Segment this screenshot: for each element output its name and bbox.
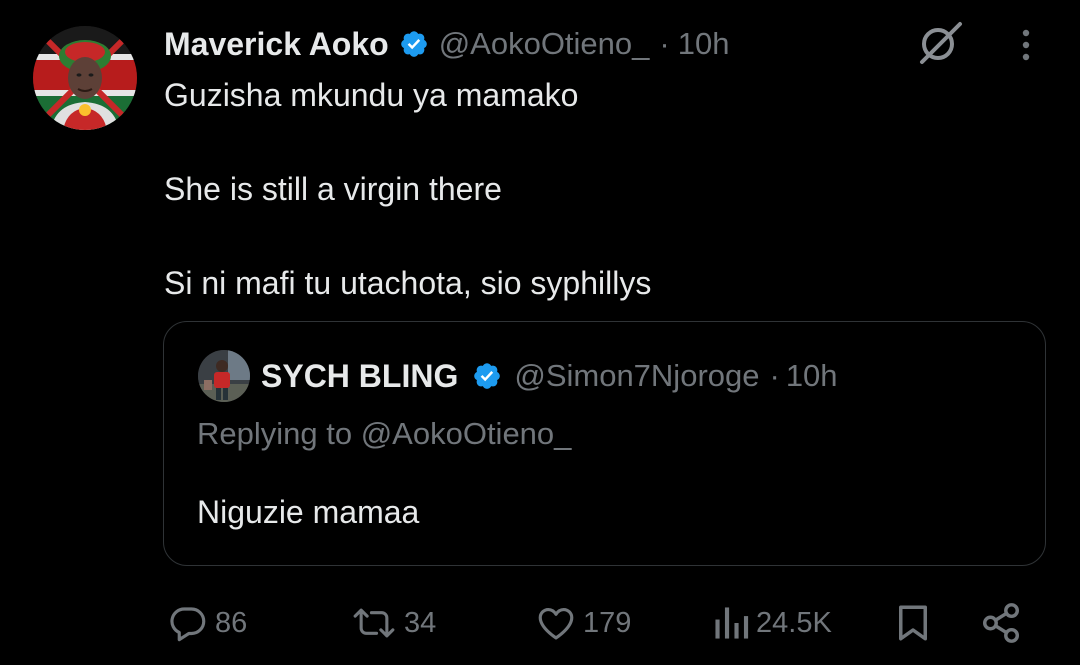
separator-dot: ·: [659, 26, 670, 61]
quoted-author-avatar[interactable]: [198, 350, 250, 402]
quoted-post-text: Niguzie mamaa: [197, 494, 420, 530]
post-text-line: Guzisha mkundu ya mamako: [164, 77, 579, 113]
repost-button[interactable]: 34: [350, 596, 436, 650]
repost-icon: [353, 608, 395, 638]
action-bar: 86 34 179 24.5K: [0, 596, 1080, 650]
bookmark-icon: [899, 605, 927, 641]
reply-count: 86: [215, 606, 248, 639]
verified-badge-icon: [400, 31, 427, 57]
repost-count: 34: [404, 606, 437, 639]
grok-icon[interactable]: [914, 18, 964, 68]
like-button[interactable]: 179: [535, 596, 631, 650]
like-count: 179: [583, 606, 632, 639]
share-icon: [982, 603, 1020, 643]
quoted-author-display-name[interactable]: SYCH BLING: [261, 358, 458, 395]
reply-button[interactable]: 86: [167, 596, 247, 650]
quoted-author-handle[interactable]: @Simon7Njoroge: [514, 358, 759, 394]
reply-bubble-icon: [170, 607, 206, 642]
post-text-line: She is still a virgin there: [164, 171, 502, 207]
separator-dot: ·: [769, 358, 780, 393]
author-display-name[interactable]: Maverick Aoko: [164, 26, 389, 63]
view-count: 24.5K: [756, 606, 832, 639]
views-button[interactable]: 24.5K: [712, 596, 832, 650]
quoted-post-timestamp[interactable]: 10h: [786, 358, 838, 394]
bookmark-button[interactable]: [892, 596, 934, 650]
author-avatar[interactable]: [33, 26, 137, 130]
more-vertical-icon[interactable]: [1011, 25, 1041, 65]
post-header: Maverick Aoko @AokoOtieno_ · 10h: [164, 24, 729, 64]
author-handle[interactable]: @AokoOtieno_: [439, 26, 650, 62]
verified-badge-icon: [474, 363, 501, 389]
post-text: Guzisha mkundu ya mamako She is still a …: [164, 72, 1024, 307]
replying-to-label[interactable]: Replying to @AokoOtieno_: [197, 416, 571, 452]
quoted-post[interactable]: SYCH BLING @Simon7Njoroge · 10h Replying…: [163, 321, 1046, 566]
views-bar-chart-icon: [715, 607, 749, 639]
share-button[interactable]: [978, 596, 1024, 650]
post-text-line: Si ni mafi tu utachota, sio syphillys: [164, 265, 652, 301]
tweet[interactable]: Maverick Aoko @AokoOtieno_ · 10h Guzisha…: [0, 0, 1080, 665]
heart-icon: [538, 607, 574, 640]
post-timestamp[interactable]: 10h: [678, 26, 730, 62]
quoted-post-header: SYCH BLING @Simon7Njoroge · 10h: [261, 356, 838, 396]
